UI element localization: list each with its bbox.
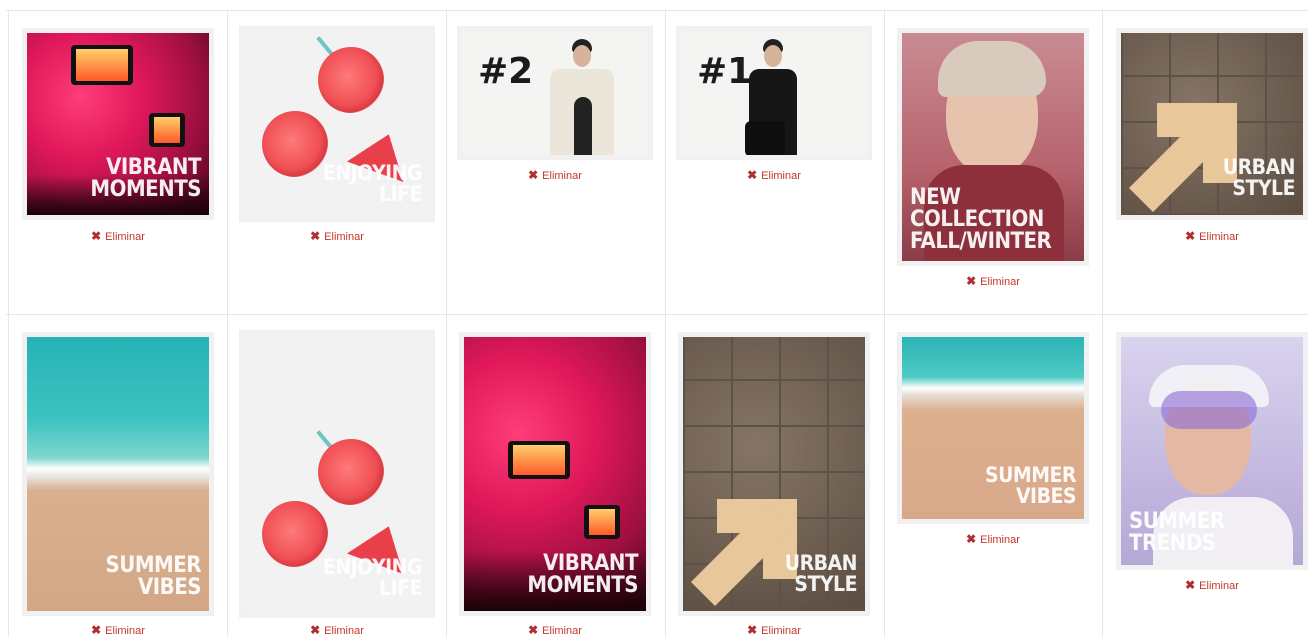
- remove-button[interactable]: ✖ Eliminar: [91, 229, 145, 244]
- grid-divider: [446, 10, 447, 637]
- grid-divider: [6, 10, 1308, 11]
- concert-image: VIBRANT MOMENTS: [464, 337, 646, 611]
- remove-button[interactable]: ✖ Eliminar: [747, 623, 801, 638]
- concert-image: VIBRANT MOMENTS: [27, 33, 209, 215]
- image-thumbnail[interactable]: URBAN STYLE: [1117, 29, 1307, 219]
- close-icon: ✖: [966, 532, 977, 546]
- image-thumbnail[interactable]: SUMMER VIBES: [898, 333, 1088, 523]
- image-thumbnail[interactable]: SUMMER VIBES: [23, 333, 213, 615]
- image-caption: URBAN STYLE: [784, 551, 858, 596]
- remove-button[interactable]: ✖ Eliminar: [528, 623, 582, 638]
- beach-image: SUMMER VIBES: [27, 337, 209, 611]
- remove-button[interactable]: ✖ Eliminar: [1185, 578, 1239, 593]
- image-grid: VIBRANT MOMENTS ✖ Eliminar ENJOYING LIFE ✖ E…: [0, 0, 1308, 637]
- stone-arrow-image: URBAN STYLE: [1121, 33, 1303, 215]
- image-caption: SUMMER VIBES: [105, 553, 202, 600]
- image-thumbnail[interactable]: ENJOYING LIFE: [240, 331, 434, 617]
- image-thumbnail[interactable]: NEW COLLECTION FALL/WINTER: [898, 29, 1088, 265]
- close-icon: ✖: [1185, 578, 1196, 592]
- remove-button[interactable]: ✖ Eliminar: [91, 623, 145, 638]
- remove-button[interactable]: ✖ Eliminar: [747, 168, 801, 183]
- fashion-image: #1: [681, 31, 867, 155]
- image-caption: URBAN STYLE: [1222, 155, 1296, 200]
- fashion-image: #2: [462, 31, 648, 155]
- remove-button[interactable]: ✖ Eliminar: [966, 274, 1020, 289]
- beach-image: SUMMER VIBES: [902, 337, 1084, 519]
- close-icon: ✖: [310, 623, 321, 637]
- watermelon-image: ENJOYING LIFE: [244, 335, 430, 613]
- image-caption: NEW COLLECTION FALL/WINTER: [910, 185, 1052, 254]
- image-thumbnail[interactable]: SUMMER TRENDS: [1117, 333, 1307, 569]
- close-icon: ✖: [528, 623, 539, 637]
- close-icon: ✖: [747, 168, 758, 182]
- stone-arrow-image: URBAN STYLE: [683, 337, 865, 611]
- image-caption: SUMMER TRENDS: [1129, 509, 1225, 556]
- close-icon: ✖: [747, 623, 758, 637]
- rank-label: #1: [697, 51, 753, 92]
- close-icon: ✖: [966, 274, 977, 288]
- portrait-image: NEW COLLECTION FALL/WINTER: [902, 33, 1084, 261]
- portrait-image: SUMMER TRENDS: [1121, 337, 1303, 565]
- image-caption: SUMMER VIBES: [984, 463, 1077, 508]
- grid-divider: [8, 10, 9, 637]
- remove-button[interactable]: ✖ Eliminar: [1185, 229, 1239, 244]
- image-caption: VIBRANT MOMENTS: [527, 551, 638, 598]
- remove-button[interactable]: ✖ Eliminar: [966, 532, 1020, 547]
- grid-divider: [227, 10, 228, 637]
- watermelon-image: ENJOYING LIFE: [244, 31, 430, 217]
- remove-button[interactable]: ✖ Eliminar: [310, 623, 364, 638]
- image-caption: VIBRANT MOMENTS: [90, 155, 201, 202]
- close-icon: ✖: [1185, 229, 1196, 243]
- image-thumbnail[interactable]: URBAN STYLE: [679, 333, 869, 615]
- image-thumbnail[interactable]: VIBRANT MOMENTS: [460, 333, 650, 615]
- grid-divider: [665, 10, 666, 637]
- close-icon: ✖: [528, 168, 539, 182]
- close-icon: ✖: [91, 623, 102, 637]
- image-thumbnail[interactable]: VIBRANT MOMENTS: [23, 29, 213, 219]
- close-icon: ✖: [310, 229, 321, 243]
- rank-label: #2: [478, 51, 534, 92]
- grid-divider: [6, 314, 1308, 315]
- remove-button[interactable]: ✖ Eliminar: [310, 229, 364, 244]
- image-caption: ENJOYING LIFE: [322, 161, 423, 206]
- image-thumbnail[interactable]: #1: [677, 27, 871, 159]
- remove-button[interactable]: ✖ Eliminar: [528, 168, 582, 183]
- grid-divider: [1102, 10, 1103, 637]
- image-caption: ENJOYING LIFE: [322, 555, 423, 600]
- grid-divider: [884, 10, 885, 637]
- image-thumbnail[interactable]: #2: [458, 27, 652, 159]
- close-icon: ✖: [91, 229, 102, 243]
- image-thumbnail[interactable]: ENJOYING LIFE: [240, 27, 434, 221]
